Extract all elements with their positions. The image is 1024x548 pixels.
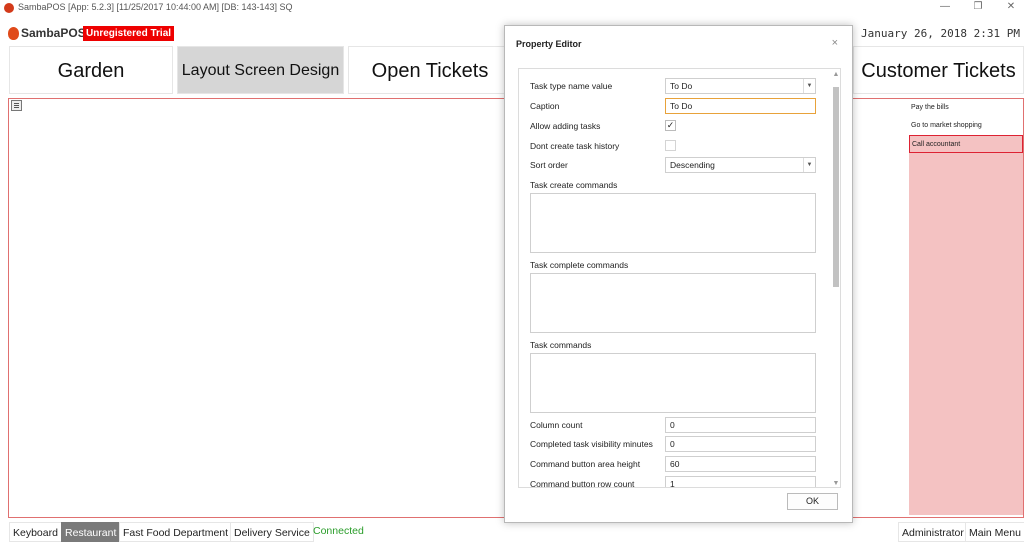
task-complete-commands-label: Task complete commands — [530, 260, 629, 270]
scroll-thumb[interactable] — [833, 87, 839, 287]
caption-input[interactable]: To Do — [665, 98, 816, 114]
current-datetime: ay, January 26, 2018 2:31 PM — [834, 27, 1020, 40]
command-button-area-height-input[interactable]: 60 — [665, 456, 816, 472]
task-commands-textarea[interactable] — [530, 353, 816, 413]
dialog-title: Property Editor — [516, 39, 582, 49]
command-button-area-height-label: Command button area height — [530, 459, 641, 469]
delivery-service-button[interactable]: Delivery Service — [230, 522, 314, 542]
window-titlebar: SambaPOS [App: 5.2.3] [11/25/2017 10:44:… — [0, 0, 1024, 17]
task-create-commands-label: Task create commands — [530, 180, 618, 190]
task-create-commands-textarea[interactable] — [530, 193, 816, 253]
connection-status: Connected — [313, 525, 364, 537]
task-item[interactable]: Pay the bills — [909, 99, 1023, 117]
command-button-row-count-input[interactable]: 1 — [665, 476, 816, 487]
logo-text: SambaPOS — [21, 26, 86, 40]
close-window-button[interactable]: ✕ — [1002, 1, 1020, 12]
task-complete-commands-textarea[interactable] — [530, 273, 816, 333]
keyboard-button[interactable]: Keyboard — [9, 522, 62, 542]
layout-screen-design-button[interactable]: Layout Screen Design — [177, 46, 344, 94]
column-count-label: Column count — [530, 420, 583, 430]
widget-menu-icon[interactable] — [11, 100, 22, 111]
allow-adding-tasks-label: Allow adding tasks — [530, 121, 601, 131]
task-list-background — [909, 153, 1023, 515]
restore-button[interactable]: ❐ — [969, 1, 987, 12]
task-item-selected[interactable]: Call accountant — [909, 135, 1023, 153]
open-tickets-button[interactable]: Open Tickets — [348, 46, 512, 94]
fast-food-department-button[interactable]: Fast Food Department — [119, 522, 233, 542]
task-editor-widget[interactable]: Pay the bills Go to market shopping Call… — [909, 99, 1023, 515]
allow-adding-tasks-checkbox[interactable]: ✓ — [665, 120, 676, 131]
chevron-down-icon[interactable]: ▼ — [803, 79, 815, 93]
column-count-input[interactable]: 0 — [665, 417, 816, 433]
task-type-name-value-select[interactable]: To Do ▼ — [665, 78, 816, 94]
sort-order-label: Sort order — [530, 160, 568, 170]
property-editor-dialog: Property Editor × ▲ ▼ Task type name val… — [504, 25, 853, 523]
main-menu-button[interactable]: Main Menu — [965, 522, 1024, 542]
sort-order-select[interactable]: Descending ▼ — [665, 157, 816, 173]
bottom-bar: Keyboard Restaurant Fast Food Department… — [0, 521, 1024, 545]
app-icon — [4, 3, 14, 13]
completed-task-visibility-minutes-label: Completed task visibility minutes — [530, 439, 653, 449]
garden-button[interactable]: Garden — [9, 46, 173, 94]
command-button-row-count-label: Command button row count — [530, 479, 635, 488]
sambapos-logo-icon — [8, 27, 19, 40]
task-type-name-value-text: To Do — [670, 81, 693, 91]
trial-badge: Unregistered Trial — [83, 26, 175, 41]
restaurant-button[interactable]: Restaurant — [61, 522, 121, 542]
customer-tickets-button[interactable]: Customer Tickets — [853, 46, 1024, 94]
property-scrollbar[interactable]: ▲ ▼ — [831, 69, 840, 487]
scroll-down-icon[interactable]: ▼ — [831, 480, 840, 487]
scroll-up-icon[interactable]: ▲ — [831, 71, 840, 78]
user-button[interactable]: Administrator — [898, 522, 968, 542]
completed-task-visibility-minutes-input[interactable]: 0 — [665, 436, 816, 452]
property-grid: ▲ ▼ Task type name value To Do ▼ Caption… — [518, 68, 841, 488]
task-item[interactable]: Go to market shopping — [909, 117, 1023, 135]
sort-order-text: Descending — [670, 160, 715, 170]
task-commands-label: Task commands — [530, 340, 592, 350]
task-type-name-value-label: Task type name value — [530, 81, 613, 91]
close-icon[interactable]: × — [832, 37, 838, 49]
window-title: SambaPOS [App: 5.2.3] [11/25/2017 10:44:… — [18, 2, 293, 12]
minimize-button[interactable]: — — [936, 1, 954, 12]
ok-button[interactable]: OK — [787, 493, 838, 510]
dont-create-task-history-checkbox[interactable] — [665, 140, 676, 151]
dont-create-task-history-label: Dont create task history — [530, 141, 620, 151]
chevron-down-icon[interactable]: ▼ — [803, 158, 815, 172]
caption-label: Caption — [530, 101, 560, 111]
